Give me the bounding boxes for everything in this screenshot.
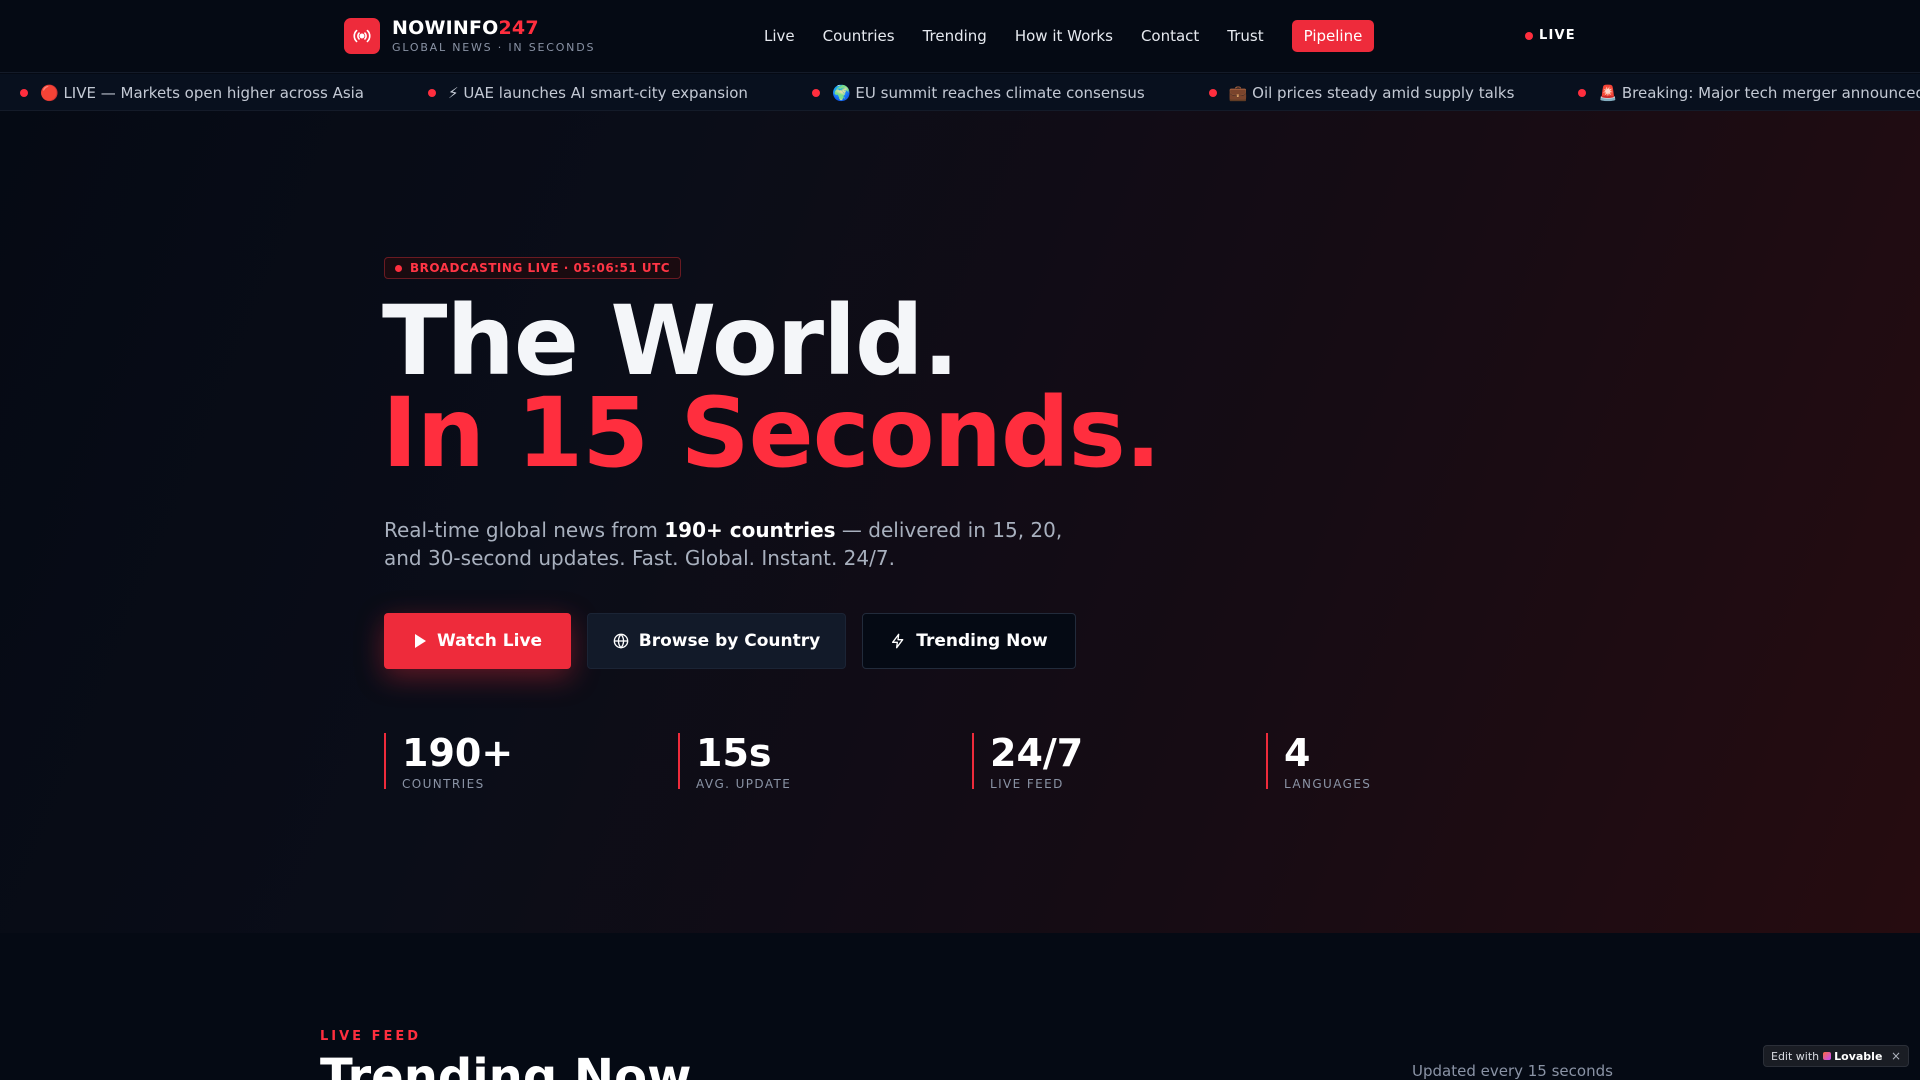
watch-live-button[interactable]: Watch Live: [384, 613, 571, 669]
brand-tagline: GLOBAL NEWS · IN SECONDS: [392, 41, 596, 54]
stat-value: 190+: [402, 731, 514, 775]
stat-label: AVG. UPDATE: [696, 777, 792, 791]
ticker-dot-icon: [1578, 88, 1587, 97]
site-header: NOWINFO247 GLOBAL NEWS · IN SECONDS Live…: [0, 0, 1920, 73]
hero-title-line1: The World.: [382, 285, 959, 397]
stats-row: 190+ COUNTRIES 15s AVG. UPDATE 24/7 LIVE…: [384, 731, 1560, 791]
hero-subtitle: Real-time global news from 190+ countrie…: [384, 518, 1063, 570]
brand-text: NOWINFO247 GLOBAL NEWS · IN SECONDS: [392, 17, 595, 55]
news-ticker: 🔴 LIVE — Markets open higher across Asia…: [0, 74, 1920, 111]
trending-section: LIVE FEED Trending Now Updated every 15 …: [0, 933, 1920, 1080]
brand-name: NOWINFO247: [392, 17, 539, 39]
edit-with-lovable-badge[interactable]: Edit with Lovable ×: [1763, 1045, 1909, 1067]
lightning-icon: [892, 633, 904, 649]
ticker-dot-icon: [1208, 88, 1217, 97]
ticker-item[interactable]: 🌍 EU summit reaches climate consensus: [811, 83, 1145, 102]
ticker-item[interactable]: 🔴 LIVE — Markets open higher across Asia: [20, 84, 364, 102]
brand-logo[interactable]: NOWINFO247 GLOBAL NEWS · IN SECONDS: [344, 17, 595, 55]
stat-value: 24/7: [990, 731, 1084, 775]
ticker-dot-icon: [20, 88, 28, 97]
broadcast-icon: [344, 18, 380, 54]
trending-now-label: Trending Now: [916, 631, 1048, 651]
badge-text: BROADCASTING LIVE · 05:06:51 UTC: [410, 261, 671, 275]
lovable-prefix: Edit with: [1771, 1049, 1820, 1063]
stat-label: LIVE FEED: [990, 777, 1064, 791]
cta-group: Watch Live Browse by Country Trending No…: [384, 613, 1092, 669]
stat-label: COUNTRIES: [402, 777, 485, 791]
live-label: LIVE: [1539, 28, 1576, 43]
stat-value: 15s: [696, 731, 772, 775]
ticker-text: 🔴 LIVE — Markets open higher across Asia: [40, 83, 365, 102]
lovable-brand: Lovable: [1823, 1050, 1882, 1063]
ticker-item[interactable]: ⚡ UAE launches AI smart-city expansion: [428, 84, 748, 102]
stat-value: 4: [1284, 731, 1311, 775]
hero-title-line2: In 15 Seconds.: [382, 377, 1161, 489]
play-icon: [414, 634, 426, 648]
ticker-text: 🌍 EU summit reaches climate consensus: [831, 83, 1145, 102]
ticker-item[interactable]: 🚨 Breaking: Major tech merger announced: [1578, 84, 1920, 102]
stat-countries: 190+ COUNTRIES: [384, 731, 678, 791]
lovable-heart-icon: [1823, 1052, 1832, 1060]
hero-section: BROADCASTING LIVE · 05:06:51 UTC The Wor…: [0, 111, 1920, 933]
nav-contact[interactable]: Contact: [1141, 27, 1199, 45]
ticker-dot-icon: [811, 88, 820, 97]
stat-live-feed: 24/7 LIVE FEED: [972, 731, 1266, 791]
close-icon[interactable]: ×: [1891, 1049, 1901, 1063]
stat-label: LANGUAGES: [1284, 777, 1372, 791]
badge-dot-icon: [395, 264, 402, 272]
stat-languages: 4 LANGUAGES: [1266, 731, 1560, 791]
ticker-text: 💼 Oil prices steady amid supply talks: [1228, 83, 1515, 102]
ticker-dot-icon: [428, 88, 437, 97]
stat-avg-update: 15s AVG. UPDATE: [678, 731, 972, 791]
subtitle-highlight: 190+ countries: [664, 518, 836, 542]
nav-countries[interactable]: Countries: [823, 27, 895, 45]
update-frequency: Updated every 15 seconds: [1412, 1062, 1613, 1080]
browse-country-button[interactable]: Browse by Country: [587, 613, 846, 669]
browse-country-label: Browse by Country: [638, 631, 821, 651]
ticker-track: 🔴 LIVE — Markets open higher across Asia…: [20, 74, 1920, 110]
globe-icon: [613, 633, 629, 649]
nav-live[interactable]: Live: [764, 27, 795, 45]
section-eyebrow: LIVE FEED: [320, 1029, 422, 1044]
broadcasting-badge: BROADCASTING LIVE · 05:06:51 UTC: [384, 257, 682, 279]
nav-how-it-works[interactable]: How it Works: [1015, 27, 1113, 45]
ticker-item[interactable]: 💼 Oil prices steady amid supply talks: [1208, 83, 1515, 102]
nav-trending[interactable]: Trending: [923, 27, 987, 45]
live-indicator: LIVE: [1525, 28, 1576, 43]
ticker-text: ⚡ UAE launches AI smart-city expansion: [448, 83, 748, 102]
live-dot-icon: [1525, 31, 1533, 40]
nav-trust[interactable]: Trust: [1227, 27, 1263, 45]
ticker-text: 🚨 Breaking: Major tech merger announced: [1598, 83, 1920, 102]
hero-title: The World. In 15 Seconds.: [382, 285, 1161, 489]
nav-pipeline-button[interactable]: Pipeline: [1291, 20, 1375, 52]
main-nav: Live Countries Trending How it Works Con…: [750, 20, 1375, 52]
section-title: Trending Now: [320, 1049, 692, 1080]
trending-now-button[interactable]: Trending Now: [862, 613, 1076, 669]
watch-live-label: Watch Live: [436, 631, 543, 651]
